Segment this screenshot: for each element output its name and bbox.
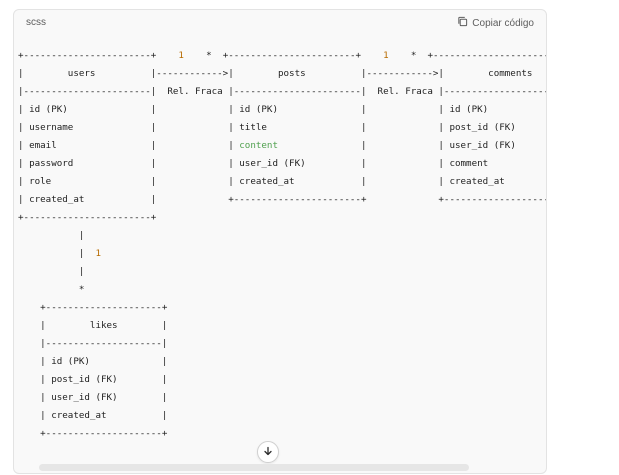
code-line: | user_id (FK) |	[18, 392, 168, 403]
code-line: | id (PK) |	[18, 356, 168, 367]
code-line: |---------------------|	[18, 338, 168, 349]
code-line: |	[18, 266, 85, 277]
code-content: +-----------------------+ 1 * +---------…	[14, 47, 546, 457]
code-line: | password | | user_id (FK) | | comment …	[18, 158, 546, 169]
code-line: | id (PK) | | id (PK) | | id (PK) |	[18, 104, 546, 115]
code-language-label: scss	[26, 17, 46, 28]
code-line: | post_id (FK) |	[18, 374, 168, 385]
code-line: | 1	[18, 248, 101, 259]
copy-code-button[interactable]: Copiar código	[457, 16, 534, 30]
code-line: |-----------------------| Rel. Fraca |--…	[18, 86, 546, 97]
code-line: | role | | created_at | | created_at |	[18, 176, 546, 187]
code-line: | email | | content | | user_id (FK) |	[18, 140, 516, 151]
code-line: +-----------------------+	[18, 212, 157, 223]
code-line: | likes |	[18, 320, 168, 331]
code-line: +---------------------+	[18, 428, 168, 439]
code-text: +-----------------------+ 1 * +---------…	[14, 47, 546, 443]
code-line: | username | | title | | post_id (FK) |	[18, 122, 546, 133]
copy-code-label: Copiar código	[472, 17, 534, 29]
code-line: | users |------------>| posts |---------…	[18, 68, 546, 79]
scroll-down-button[interactable]	[257, 441, 279, 463]
code-line: +---------------------+	[18, 302, 168, 313]
copy-icon	[457, 16, 468, 30]
code-line: | created_at |	[18, 410, 168, 421]
code-line: | created_at | +-----------------------+…	[18, 194, 546, 205]
code-line: +-----------------------+ 1 * +---------…	[18, 50, 546, 61]
code-block: scss Copiar código +--------------------…	[13, 9, 547, 474]
code-line: |	[18, 230, 85, 241]
arrow-down-icon	[263, 443, 273, 461]
scrollbar-thumb[interactable]	[39, 464, 469, 471]
horizontal-scrollbar[interactable]	[14, 461, 546, 473]
code-line: *	[78, 284, 85, 295]
